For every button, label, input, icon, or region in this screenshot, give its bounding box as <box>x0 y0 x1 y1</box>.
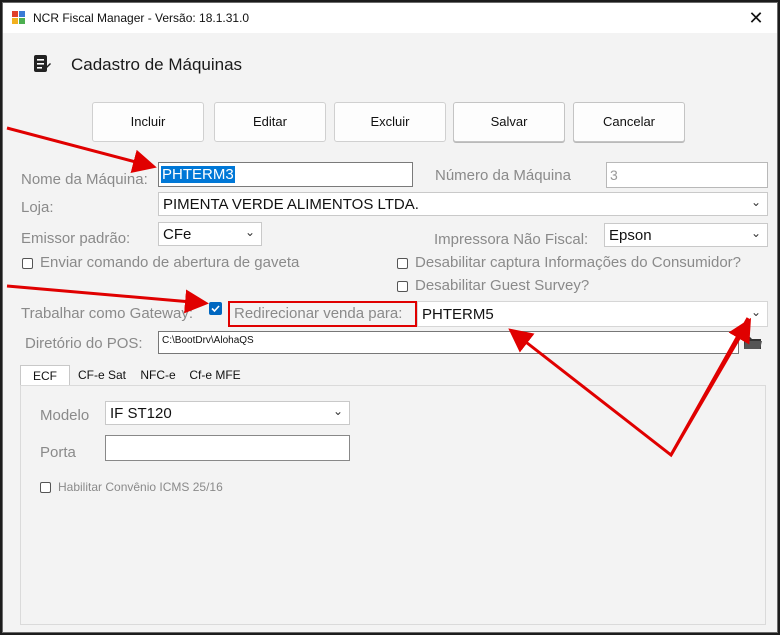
document-icon <box>34 55 51 72</box>
arrow-to-gateway <box>6 284 209 314</box>
salvar-button[interactable]: Salvar <box>453 102 565 142</box>
porta-label: Porta <box>40 444 76 461</box>
gaveta-label: Enviar comando de abertura de gaveta <box>40 254 300 271</box>
cancelar-button[interactable]: Cancelar <box>573 102 685 142</box>
folder-icon[interactable] <box>743 333 763 351</box>
captura-label: Desabilitar captura Informações do Consu… <box>415 254 741 271</box>
tab-cfe-sat[interactable]: CF-e Sat <box>72 365 132 386</box>
excluir-button[interactable]: Excluir <box>334 102 446 142</box>
guest-survey-checkbox[interactable] <box>397 281 408 292</box>
tab-nfce[interactable]: NFC-e <box>134 365 182 386</box>
convenio-label: Habilitar Convênio ICMS 25/16 <box>58 480 223 494</box>
nome-maquina-input[interactable]: PHTERM3 <box>158 162 413 187</box>
chevron-down-icon: ⌄ <box>750 305 761 319</box>
nome-maquina-label: Nome da Máquina: <box>21 171 148 188</box>
numero-maquina-value: 3 <box>610 167 618 183</box>
window-title: NCR Fiscal Manager - Versão: 18.1.31.0 <box>33 11 250 25</box>
numero-maquina-input[interactable]: 3 <box>606 162 768 188</box>
chevron-down-icon: ⌄ <box>244 225 255 239</box>
page-title: Cadastro de Máquinas <box>71 55 243 74</box>
close-button[interactable]: ✕ <box>738 5 774 31</box>
editar-button[interactable]: Editar <box>214 102 326 142</box>
check-icon <box>211 305 220 313</box>
modelo-value: IF ST120 <box>110 405 172 422</box>
tab-ecf[interactable]: ECF <box>20 365 70 386</box>
loja-value: PIMENTA VERDE ALIMENTOS LTDA. <box>163 196 419 213</box>
diretorio-input[interactable]: C:\BootDrv\AlohaQS <box>158 331 739 354</box>
emissor-select[interactable]: CFe ⌄ <box>158 222 262 246</box>
emissor-label: Emissor padrão: <box>21 230 131 247</box>
app-icon <box>12 11 25 24</box>
redirecionar-value: PHTERM5 <box>422 306 494 323</box>
chevron-down-icon: ⌄ <box>332 404 343 418</box>
numero-maquina-label: Número da Máquina <box>435 167 571 184</box>
impressora-label: Impressora Não Fiscal: <box>434 231 589 248</box>
modelo-select[interactable]: IF ST120 ⌄ <box>105 401 350 425</box>
modelo-label: Modelo <box>40 407 90 424</box>
emissor-value: CFe <box>163 226 192 243</box>
chevron-down-icon: ⌄ <box>750 226 761 240</box>
impressora-select[interactable]: Epson ⌄ <box>604 223 768 247</box>
tab-cfe-mfe[interactable]: Cf-e MFE <box>184 365 246 386</box>
chevron-down-icon: ⌄ <box>750 195 761 209</box>
gaveta-checkbox[interactable] <box>22 258 33 269</box>
impressora-value: Epson <box>609 227 652 244</box>
loja-select[interactable]: PIMENTA VERDE ALIMENTOS LTDA. ⌄ <box>158 192 768 216</box>
redirecionar-select[interactable]: PHTERM5 ⌄ <box>417 301 768 327</box>
convenio-checkbox[interactable] <box>40 482 51 493</box>
title-bar: NCR Fiscal Manager - Versão: 18.1.31.0 ✕ <box>3 3 777 33</box>
nome-maquina-value: PHTERM3 <box>161 166 235 183</box>
incluir-button[interactable]: Incluir <box>92 102 204 142</box>
loja-label: Loja: <box>21 199 54 216</box>
main-window: NCR Fiscal Manager - Versão: 18.1.31.0 ✕… <box>2 2 778 633</box>
porta-input[interactable] <box>105 435 350 461</box>
guest-survey-label: Desabilitar Guest Survey? <box>415 277 590 294</box>
annotation-highlight-box <box>228 301 417 327</box>
gateway-label: Trabalhar como Gateway: <box>21 305 194 322</box>
diretorio-value: C:\BootDrv\AlohaQS <box>162 335 254 346</box>
captura-checkbox[interactable] <box>397 258 408 269</box>
diretorio-label: Diretório do POS: <box>25 335 143 352</box>
gateway-checkbox[interactable] <box>209 302 222 315</box>
